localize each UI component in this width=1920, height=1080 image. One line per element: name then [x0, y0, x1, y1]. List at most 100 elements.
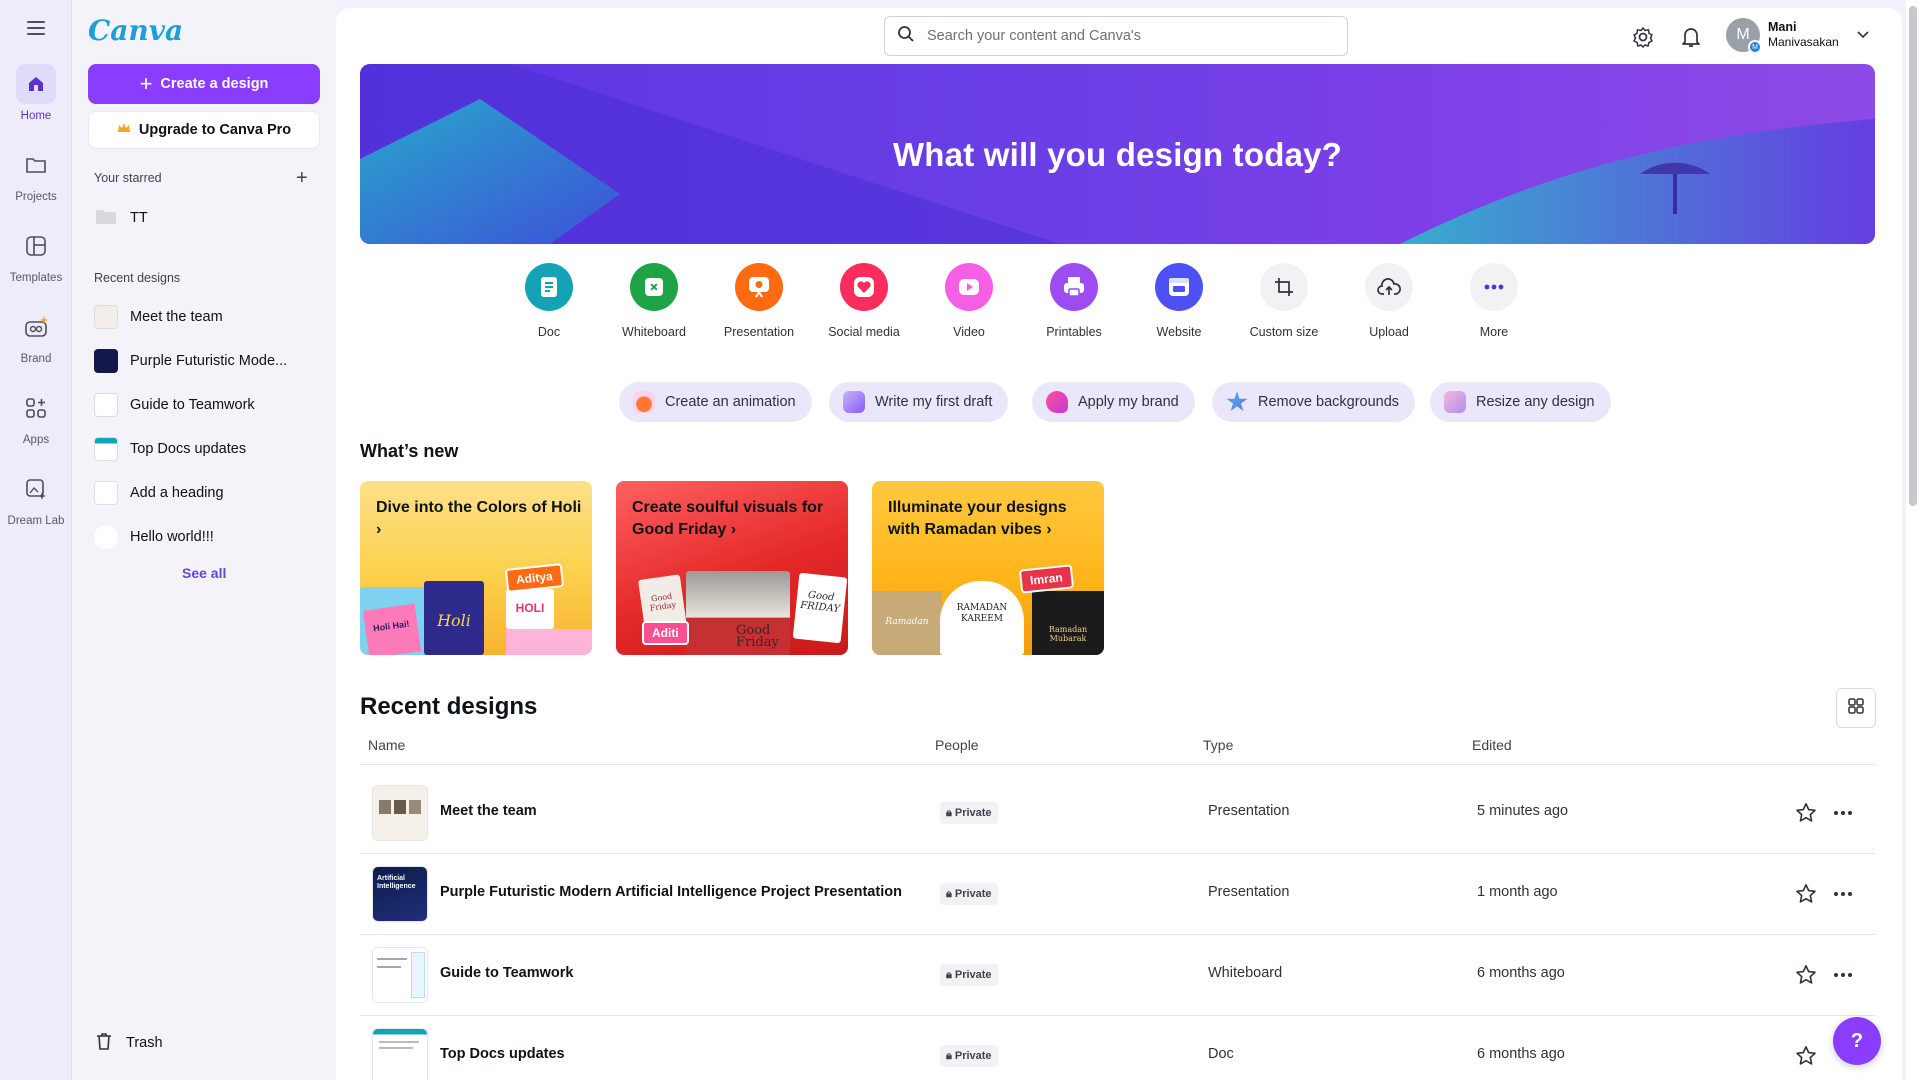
canva-logo[interactable]: Canva — [88, 14, 183, 47]
see-all-link[interactable]: See all — [182, 565, 226, 581]
rail-item-home[interactable]: Home — [0, 64, 72, 122]
user-first-name: Mani — [1768, 20, 1797, 34]
chip-resize-design[interactable]: Resize any design — [1430, 382, 1611, 422]
quick-action-label: Upload — [1369, 325, 1409, 339]
whats-new-card-good-friday[interactable]: Create soulful visuals for Good Friday ›… — [616, 481, 848, 655]
whats-new-card-ramadan[interactable]: Illuminate your designs with Ramadan vib… — [872, 481, 1104, 655]
thumbnail-text: Artificial Intelligence — [377, 875, 416, 890]
star-icon[interactable] — [1794, 1044, 1818, 1073]
menu-icon[interactable] — [24, 18, 48, 38]
recent-item[interactable]: Top Docs updates — [94, 433, 324, 465]
quick-action-website[interactable]: Website — [1134, 263, 1224, 339]
table-row[interactable]: Artificial Intelligence Purple Futuristi… — [360, 854, 1875, 934]
quick-action-doc[interactable]: Doc — [504, 263, 594, 339]
dream-lab-icon — [16, 469, 56, 509]
quick-action-presentation[interactable]: Presentation — [714, 263, 804, 339]
design-thumbnail — [94, 437, 118, 461]
star-icon[interactable] — [1794, 801, 1818, 830]
more-options-icon[interactable] — [1834, 882, 1852, 906]
plus-icon: + — [139, 71, 153, 96]
main-content: M M Mani Manivasakan What will you desig… — [336, 8, 1902, 1080]
crown-icon — [117, 122, 131, 138]
quick-action-social-media[interactable]: Social media — [819, 263, 909, 339]
column-header-people[interactable]: People — [935, 737, 979, 753]
column-header-edited[interactable]: Edited — [1472, 737, 1512, 753]
card-title-text: Illuminate your designs with Ramadan vib… — [888, 499, 1067, 538]
avatar-badge: M — [1748, 40, 1762, 54]
design-thumbnail — [372, 947, 428, 1003]
quick-action-whiteboard[interactable]: Whiteboard — [609, 263, 699, 339]
table-row[interactable]: Meet the team 🔒︎ Private Presentation 5 m… — [360, 773, 1875, 853]
search-bar[interactable] — [884, 16, 1348, 56]
rail-item-projects[interactable]: Projects — [0, 145, 72, 203]
design-type: Whiteboard — [1208, 965, 1283, 981]
design-thumbnail — [372, 785, 428, 841]
help-button[interactable]: ? — [1833, 1017, 1881, 1065]
chip-label: Create an animation — [665, 394, 796, 410]
upgrade-button[interactable]: Upgrade to Canva Pro — [88, 111, 320, 149]
recent-item[interactable]: Add a heading — [94, 477, 324, 509]
video-icon — [945, 263, 993, 311]
edited-time: 1 month ago — [1477, 884, 1558, 900]
chip-remove-backgrounds[interactable]: Remove backgrounds — [1212, 382, 1416, 422]
column-header-type[interactable]: Type — [1203, 737, 1233, 753]
chip-create-animation[interactable]: Create an animation — [619, 382, 812, 422]
upgrade-label: Upgrade to Canva Pro — [138, 122, 292, 138]
quick-action-upload[interactable]: Upload — [1344, 263, 1434, 339]
rail-item-apps[interactable]: Apps — [0, 388, 72, 446]
card-title: Create soulful visuals for Good Friday › — [632, 497, 842, 541]
magic-write-icon — [843, 391, 865, 413]
edited-time: 6 months ago — [1477, 1046, 1565, 1062]
more-options-icon[interactable] — [1834, 963, 1852, 987]
recent-item[interactable]: Purple Futuristic Mode... — [94, 345, 324, 377]
notifications-icon[interactable] — [1678, 24, 1704, 50]
recent-item[interactable]: Meet the team — [94, 301, 324, 333]
whats-new-card-holi[interactable]: Dive into the Colors of Holi › Holi Hai!… — [360, 481, 592, 655]
rail-label: Apps — [22, 434, 50, 446]
grid-view-button[interactable] — [1836, 688, 1876, 728]
design-thumbnail: Artificial Intelligence — [372, 866, 428, 922]
trash-button[interactable]: Trash — [94, 1031, 163, 1055]
printer-icon — [1050, 263, 1098, 311]
column-header-name[interactable]: Name — [368, 737, 405, 753]
lock-icon: 🔒︎ — [946, 887, 952, 900]
scrollbar-thumb[interactable] — [1909, 6, 1917, 506]
chip-apply-brand[interactable]: Apply my brand — [1032, 382, 1195, 422]
recent-designs-title: Recent designs — [360, 693, 538, 720]
rail-item-brand[interactable]: Brand — [0, 307, 72, 365]
star-icon[interactable] — [1794, 963, 1818, 992]
chip-write-first-draft[interactable]: Write my first draft — [829, 382, 1009, 422]
star-icon[interactable] — [1794, 882, 1818, 911]
quick-action-printables[interactable]: Printables — [1029, 263, 1119, 339]
trash-icon — [94, 1031, 114, 1055]
star-icon — [1226, 391, 1248, 412]
starred-item[interactable]: TT — [94, 202, 324, 234]
recent-item[interactable]: Hello world!!! — [94, 521, 324, 553]
add-starred-icon[interactable]: + — [296, 168, 308, 188]
collaborator-tag: Aditi — [642, 621, 689, 645]
quick-action-custom-size[interactable]: Custom size — [1239, 263, 1329, 339]
search-input[interactable] — [925, 27, 1325, 45]
quick-action-more[interactable]: More — [1449, 263, 1539, 339]
card-art-text: HOLI — [506, 589, 554, 629]
recent-item[interactable]: Guide to Teamwork — [94, 389, 324, 421]
more-options-icon[interactable] — [1834, 801, 1852, 825]
design-thumbnail — [94, 525, 118, 549]
settings-icon[interactable] — [1630, 24, 1656, 50]
design-name: Guide to Teamwork — [440, 965, 574, 981]
rail-item-templates[interactable]: Templates — [0, 226, 72, 284]
scrollbar[interactable] — [1906, 0, 1920, 1080]
create-design-button[interactable]: + Create a design — [88, 64, 320, 104]
brand-heart-icon — [1046, 391, 1068, 413]
chip-label: Resize any design — [1476, 394, 1595, 410]
card-art-text: Good Friday — [736, 623, 779, 650]
user-menu[interactable]: M M Mani Manivasakan — [1726, 18, 1869, 54]
quick-action-label: Social media — [828, 325, 900, 339]
privacy-badge: 🔒︎ Private — [940, 1045, 998, 1067]
rail-item-dream-lab[interactable]: Dream Lab — [0, 469, 72, 527]
table-row[interactable]: Top Docs updates 🔒︎ Private Doc 6 months … — [360, 1016, 1875, 1080]
starred-title: Your starred — [94, 171, 162, 185]
table-row[interactable]: Guide to Teamwork 🔒︎ Private Whiteboard 6… — [360, 935, 1875, 1015]
folder-icon — [94, 205, 118, 231]
quick-action-video[interactable]: Video — [924, 263, 1014, 339]
